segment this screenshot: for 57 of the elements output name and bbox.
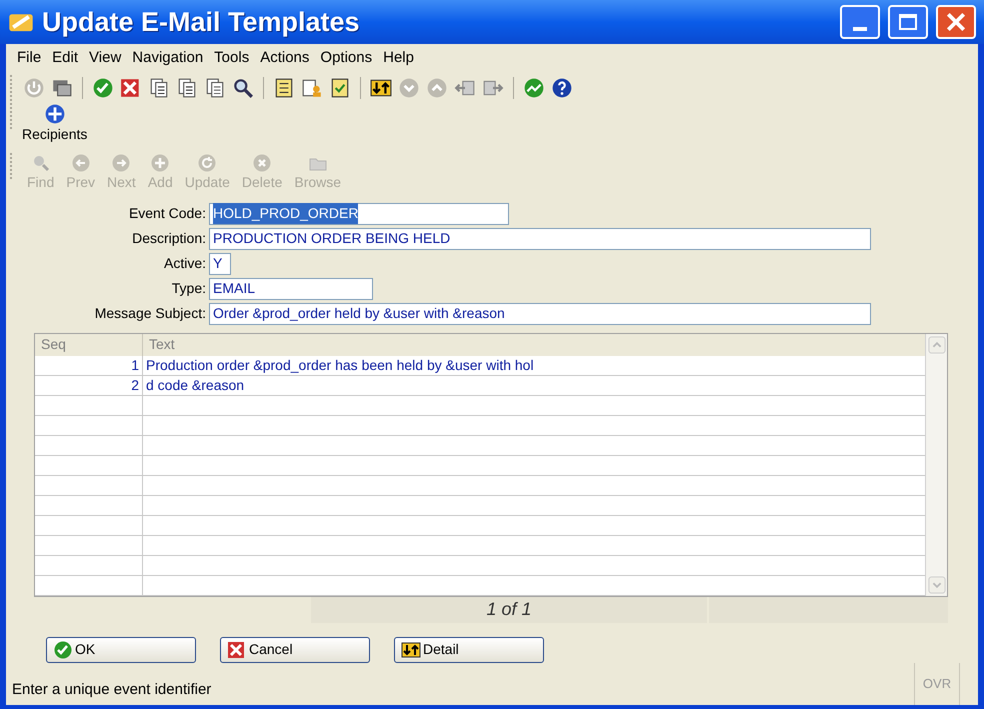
input-field[interactable]: HOLD_PROD_ORDER <box>209 202 509 224</box>
input-field[interactable]: EMAIL <box>209 278 373 300</box>
document-icon <box>204 76 226 98</box>
chart-icon <box>523 76 545 98</box>
menu-item[interactable]: Help <box>382 47 415 70</box>
toolbar-grip <box>10 102 14 128</box>
ok-button[interactable]: OK <box>46 636 196 662</box>
menu-item[interactable]: Tools <box>213 47 250 70</box>
window-title: Update E-Mail Templates <box>42 6 361 39</box>
table-cell: 2 <box>35 376 143 394</box>
toolbar-grip <box>10 152 14 178</box>
field-label: Message Subject: <box>94 304 206 323</box>
cancel-icon <box>227 640 247 660</box>
help-tool-button[interactable] <box>550 76 574 100</box>
magnifier-icon <box>232 76 254 98</box>
cancel-button[interactable]: Cancel <box>220 636 370 662</box>
menu-item[interactable]: Navigation <box>131 47 204 70</box>
refresh-icon <box>197 152 218 172</box>
menu-item[interactable]: View <box>88 47 122 70</box>
maximize-button[interactable] <box>888 5 928 39</box>
menu-item[interactable]: Edit <box>51 47 80 70</box>
recipients-button[interactable]: Recipients <box>18 102 92 142</box>
status-mode: OVR <box>914 663 960 705</box>
help-icon <box>551 76 573 98</box>
close-icon <box>945 11 967 33</box>
minimize-button[interactable] <box>840 5 880 39</box>
table-cell-text: d code &reason <box>145 376 246 394</box>
input-field[interactable]: Y <box>209 252 231 274</box>
delete-icon <box>252 152 272 172</box>
power-icon <box>23 76 45 98</box>
field-label: Description: <box>131 229 206 248</box>
chart-tool-button[interactable] <box>522 76 546 100</box>
close-button[interactable] <box>936 5 976 39</box>
input-field[interactable]: Order &prod_order held by &user with &reason <box>209 302 871 324</box>
document-icon <box>148 76 170 98</box>
field-label: Active: <box>162 254 206 273</box>
check-icon <box>53 640 73 660</box>
table-cell: 1 <box>35 356 143 374</box>
move-arrows-icon <box>44 102 66 124</box>
status-message: Enter a unique event identifier <box>11 680 212 700</box>
input-field[interactable]: PRODUCTION ORDER BEING HELD <box>209 228 871 250</box>
check-icon <box>92 76 114 98</box>
toolbar-grip <box>10 74 14 100</box>
up-down-arrows-icon <box>401 640 421 660</box>
page-indicator: 1 of 1 <box>311 596 707 622</box>
detail-button[interactable]: Detail <box>394 636 544 662</box>
plus-icon <box>150 152 170 172</box>
table-cell-text: Production order &prod_order has been held by &user with hol <box>145 356 535 374</box>
field-label: Type: <box>170 279 206 298</box>
calendar-check-icon <box>329 76 351 98</box>
calendar-icon <box>273 76 295 98</box>
copy-icon <box>176 76 198 98</box>
field-label: Event Code: <box>128 204 206 223</box>
menu-item[interactable]: Actions <box>259 47 310 70</box>
check-tool-button[interactable] <box>91 76 115 100</box>
menu-item[interactable]: File <box>16 47 42 70</box>
menu-item[interactable]: Options <box>319 47 374 70</box>
